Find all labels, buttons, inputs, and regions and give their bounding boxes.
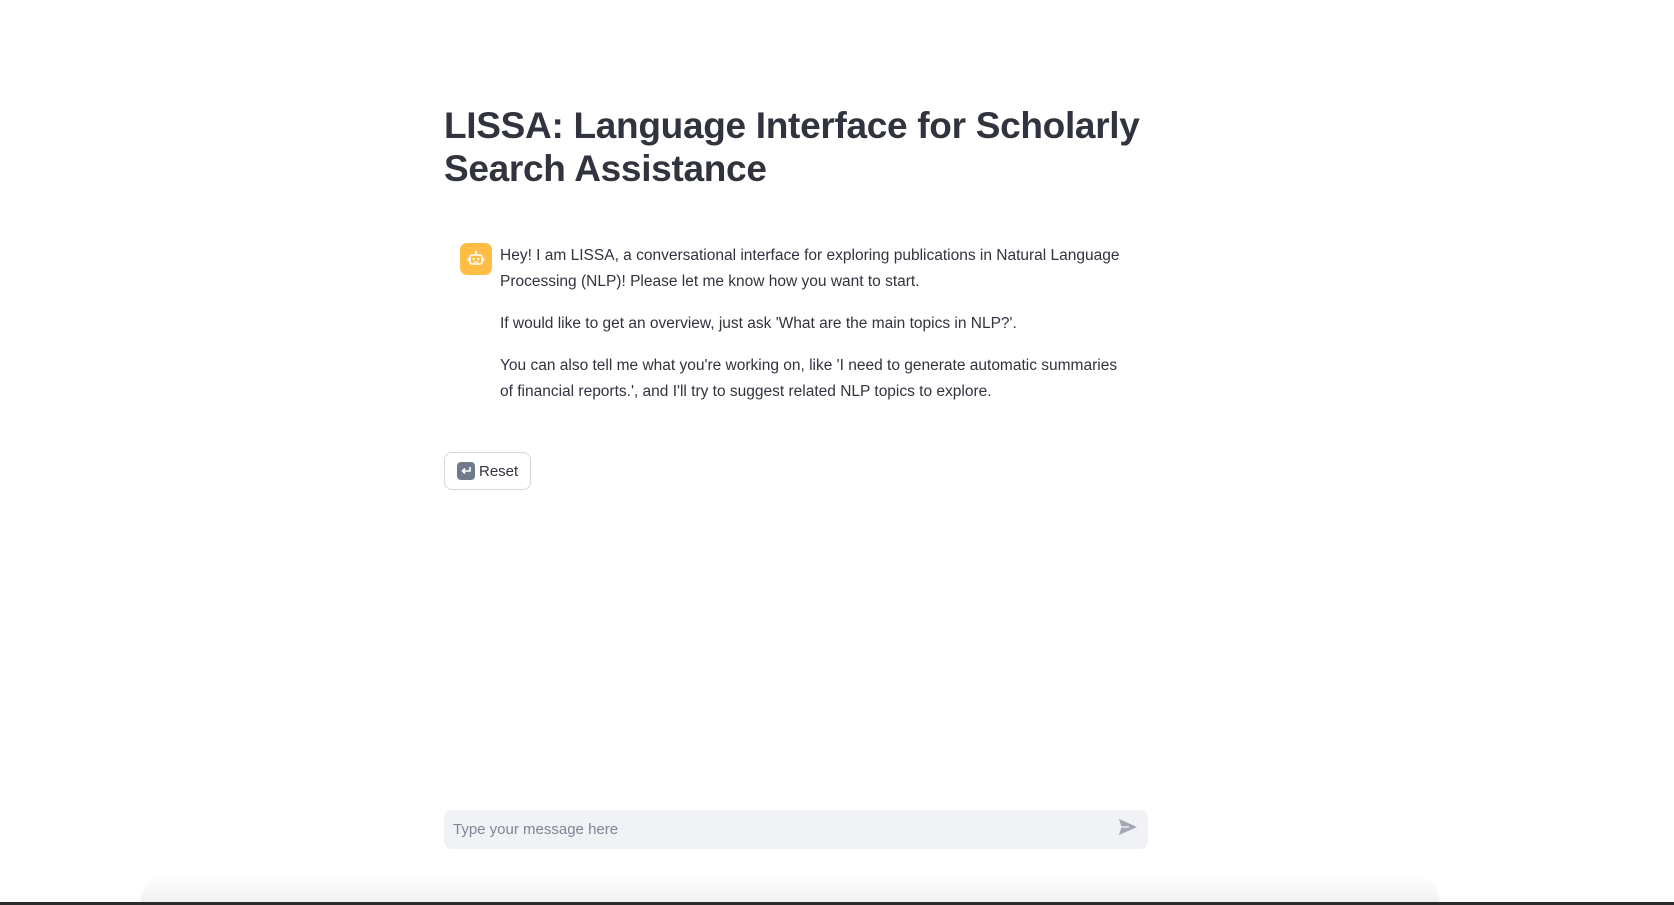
reset-button-label: Reset (479, 462, 519, 480)
message-paragraph: If would like to get an overview, just a… (500, 315, 1017, 332)
app-page: LISSA: Language Interface for Scholarly … (0, 0, 1674, 905)
return-arrow-icon (457, 462, 475, 480)
robot-face-icon (460, 243, 492, 275)
reset-button[interactable]: Reset (444, 452, 532, 490)
message-paragraph: You can also tell me what you're working… (500, 357, 1118, 400)
send-button[interactable] (1108, 810, 1148, 849)
chat-input[interactable] (444, 810, 1108, 849)
assistant-message: Hey! I am LISSA, a conversational interf… (460, 243, 1148, 421)
chat-input-container (444, 810, 1148, 849)
bottom-shadow (140, 872, 1440, 905)
message-body: Hey! I am LISSA, a conversational interf… (500, 243, 1120, 421)
send-arrow-icon (1118, 818, 1138, 841)
message-paragraph: Hey! I am LISSA, a conversational interf… (500, 247, 1120, 290)
page-title: LISSA: Language Interface for Scholarly … (444, 105, 1140, 189)
